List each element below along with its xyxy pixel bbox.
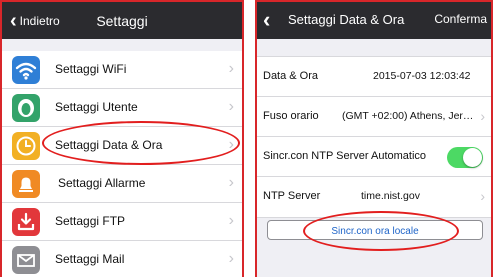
chevron-right-icon: › — [480, 188, 485, 204]
user-icon — [12, 94, 40, 122]
ntp-server-row[interactable]: NTP Server time.nist.gov › — [257, 177, 491, 217]
mail-icon — [12, 246, 40, 274]
ntp-auto-row: Sincr.con NTP Server Automatico — [257, 137, 491, 177]
settings-screen: ‹ Indietro Settaggi Settaggi WiFi › Sett… — [0, 0, 244, 277]
chevron-right-icon: › — [228, 136, 234, 153]
settings-item-label: Settaggi Data & Ora — [55, 138, 163, 152]
timezone-value: (GMT +02:00) Athens, Jer… — [342, 110, 474, 122]
ntp-auto-toggle[interactable] — [447, 147, 483, 168]
settings-item-mail[interactable]: Settaggi Mail › — [2, 241, 242, 277]
settings-item-ftp[interactable]: Settaggi FTP › — [2, 203, 242, 241]
settings-item-label: Settaggi WiFi — [55, 62, 127, 76]
timezone-row[interactable]: Fuso orario (GMT +02:00) Athens, Jer… › — [257, 97, 491, 137]
ntp-server-label: NTP Server — [263, 190, 321, 202]
settings-item-datetime[interactable]: Settaggi Data & Ora › — [2, 127, 242, 165]
datetime-row[interactable]: Data & Ora 2015-07-03 12:03:42 — [257, 57, 491, 97]
sync-local-time-label: Sincr.con ora locale — [331, 226, 419, 237]
clock-icon — [12, 132, 40, 160]
chevron-right-icon: › — [228, 212, 234, 229]
datetime-settings-screen: ‹ Settaggi Data & Ora Conferma Data & Or… — [255, 0, 493, 277]
ntp-auto-label: Sincr.con NTP Server Automatico — [263, 150, 427, 162]
chevron-right-icon: › — [228, 250, 234, 267]
back-chevron-icon[interactable]: ‹ — [263, 7, 270, 33]
settings-item-user[interactable]: Settaggi Utente › — [2, 89, 242, 127]
datetime-value: 2015-07-03 12:03:42 — [373, 70, 471, 82]
chevron-right-icon: › — [228, 60, 234, 77]
nav-bar: ‹ Indietro Settaggi — [2, 0, 242, 39]
page-title: Settaggi — [96, 13, 148, 29]
toggle-knob — [463, 148, 482, 167]
sync-local-time-button[interactable]: Sincr.con ora locale — [267, 220, 483, 240]
settings-item-label: Settaggi Utente — [55, 100, 138, 114]
settings-item-alarm[interactable]: Settaggi Allarme › — [2, 165, 242, 203]
ntp-server-value: time.nist.gov — [361, 190, 420, 202]
settings-list: Settaggi WiFi › Settaggi Utente › Settag… — [2, 51, 242, 277]
wifi-icon — [12, 56, 40, 84]
datetime-label: Data & Ora — [263, 70, 319, 82]
download-icon — [12, 208, 40, 236]
nav-bar: ‹ Settaggi Data & Ora Conferma — [257, 0, 491, 39]
chevron-right-icon: › — [480, 108, 485, 124]
bell-icon — [12, 170, 40, 198]
chevron-right-icon: › — [228, 174, 234, 191]
datetime-section: Data & Ora 2015-07-03 12:03:42 Fuso orar… — [257, 56, 491, 218]
settings-item-label: Settaggi Allarme — [58, 176, 146, 190]
confirm-button[interactable]: Conferma — [434, 12, 487, 26]
settings-item-label: Settaggi FTP — [55, 214, 126, 228]
settings-item-label: Settaggi Mail — [55, 252, 125, 266]
page-title: Settaggi Data & Ora — [288, 12, 405, 27]
settings-item-wifi[interactable]: Settaggi WiFi › — [2, 51, 242, 89]
timezone-label: Fuso orario — [263, 110, 319, 122]
chevron-right-icon: › — [228, 98, 234, 115]
